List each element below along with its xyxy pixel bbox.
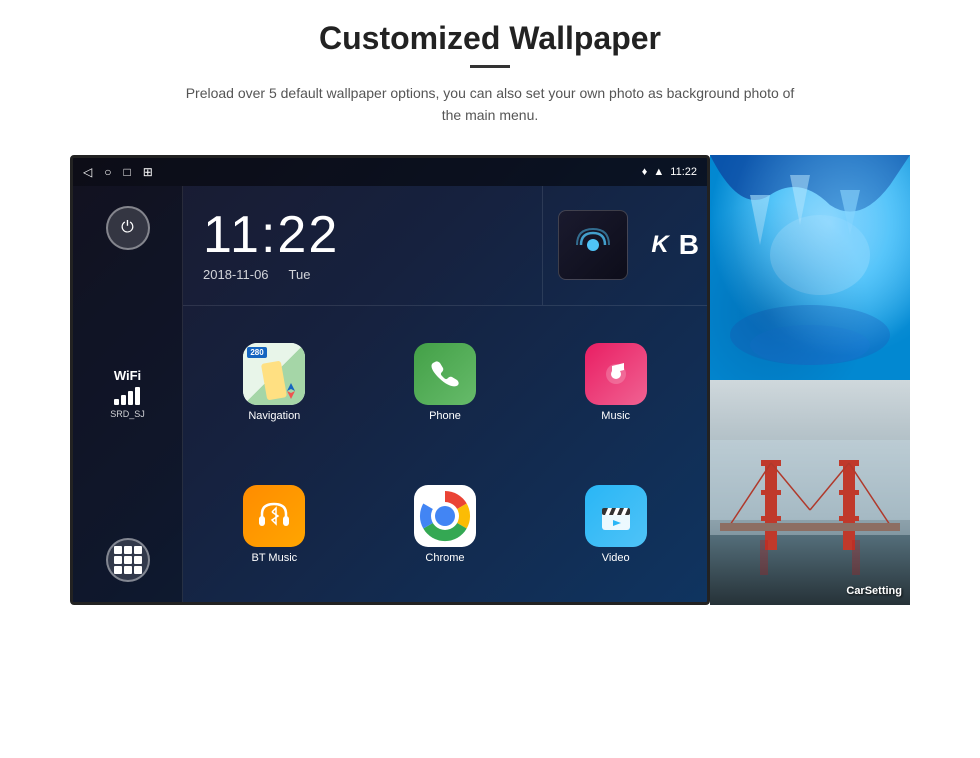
- power-button[interactable]: ⏻: [106, 206, 150, 250]
- app-item-navigation[interactable]: 280 Navigation: [193, 316, 356, 450]
- title-section: Customized Wallpaper Preload over 5 defa…: [180, 20, 800, 127]
- music-svg: [598, 356, 634, 392]
- power-icon: ⏻: [121, 219, 134, 237]
- navigation-icon: 280: [243, 343, 305, 405]
- bt-svg: [252, 494, 296, 538]
- grid-dot: [124, 556, 132, 564]
- main-content: ⏻ WiFi SRD_SJ: [73, 186, 707, 602]
- video-icon: [585, 485, 647, 547]
- wifi-ssid: SRD_SJ: [110, 409, 145, 419]
- clock-display: 11:22: [203, 209, 522, 261]
- ki-b-area: K B: [643, 186, 707, 305]
- wallpaper-thumb-2[interactable]: CarSetting: [710, 380, 910, 605]
- grid-dot: [134, 566, 142, 574]
- ice-cave-svg: [710, 155, 910, 380]
- app-label-video: Video: [602, 552, 630, 564]
- wifi-bar-4: [135, 387, 140, 405]
- sidebar: ⏻ WiFi SRD_SJ: [73, 186, 183, 602]
- grid-dot: [134, 556, 142, 564]
- status-time: 11:22: [670, 166, 697, 178]
- wifi-bar-1: [114, 399, 119, 405]
- grid-dot: [114, 566, 122, 574]
- wallpaper-label-2: CarSetting: [846, 585, 902, 597]
- radio-waves-svg: [573, 225, 613, 265]
- date-display: 2018-11-06 Tue: [203, 267, 522, 282]
- center-content: 11:22 2018-11-06 Tue: [183, 186, 707, 602]
- wallpaper-thumbnails: CarSetting: [710, 155, 910, 605]
- ki-text: K: [651, 231, 668, 259]
- app-label-phone: Phone: [429, 410, 461, 422]
- music-icon: [585, 343, 647, 405]
- day-value: Tue: [289, 267, 311, 282]
- phone-icon: [414, 343, 476, 405]
- app-label-navigation: Navigation: [248, 410, 300, 422]
- grid-dot: [114, 546, 122, 554]
- time-row: 11:22 2018-11-06 Tue: [183, 186, 707, 306]
- chrome-svg: [414, 485, 476, 547]
- screen-wrapper: ◁ ○ □ ⊞ ♦ ▲ 11:22 ⏻: [70, 155, 910, 605]
- compass-icon: [281, 381, 301, 401]
- app-grid: 280 Navigation: [183, 306, 707, 602]
- grid-dot: [124, 566, 132, 574]
- wallpaper-thumb-1[interactable]: [710, 155, 910, 380]
- app-item-music[interactable]: Music: [534, 316, 697, 450]
- bridge-svg: [710, 380, 910, 605]
- back-icon[interactable]: ◁: [83, 165, 92, 179]
- wifi-bar-3: [128, 391, 133, 405]
- app-item-bt-music[interactable]: BT Music: [193, 458, 356, 592]
- title-divider: [470, 65, 510, 68]
- android-screen: ◁ ○ □ ⊞ ♦ ▲ 11:22 ⏻: [70, 155, 710, 605]
- radio-widget[interactable]: [543, 186, 643, 305]
- wifi-widget: WiFi SRD_SJ: [110, 368, 145, 419]
- recents-icon[interactable]: □: [123, 165, 130, 179]
- wifi-bar-2: [121, 395, 126, 405]
- wifi-bars: [110, 387, 145, 405]
- page-container: Customized Wallpaper Preload over 5 defa…: [0, 0, 980, 758]
- apps-button[interactable]: [106, 538, 150, 582]
- b-text: B: [679, 229, 699, 261]
- video-svg: [594, 494, 638, 538]
- chrome-icon: [414, 485, 476, 547]
- nav-icons: ◁ ○ □ ⊞: [83, 165, 153, 179]
- radio-icon-box: [558, 210, 628, 280]
- ice-cave-bg: [710, 155, 910, 380]
- page-subtitle: Preload over 5 default wallpaper options…: [180, 82, 800, 127]
- grid-dot: [124, 546, 132, 554]
- app-label-music: Music: [601, 410, 630, 422]
- status-bar: ◁ ○ □ ⊞ ♦ ▲ 11:22: [73, 158, 707, 186]
- status-right: ♦ ▲ 11:22: [642, 166, 697, 178]
- bt-music-icon: [243, 485, 305, 547]
- grid-dot: [114, 556, 122, 564]
- wifi-label: WiFi: [110, 368, 145, 383]
- home-icon[interactable]: ○: [104, 165, 111, 179]
- wifi-status-icon: ▲: [653, 166, 664, 178]
- screenshot-icon[interactable]: ⊞: [143, 165, 153, 179]
- phone-svg: [427, 356, 463, 392]
- app-item-chrome[interactable]: Chrome: [364, 458, 527, 592]
- grid-dot: [134, 546, 142, 554]
- app-item-phone[interactable]: Phone: [364, 316, 527, 450]
- apps-grid-icon: [114, 546, 142, 574]
- app-label-bt-music: BT Music: [252, 552, 298, 564]
- app-item-video[interactable]: Video: [534, 458, 697, 592]
- date-value: 2018-11-06: [203, 267, 269, 282]
- time-widget: 11:22 2018-11-06 Tue: [183, 186, 543, 305]
- location-icon: ♦: [642, 166, 648, 178]
- app-label-chrome: Chrome: [425, 552, 464, 564]
- page-title: Customized Wallpaper: [180, 20, 800, 57]
